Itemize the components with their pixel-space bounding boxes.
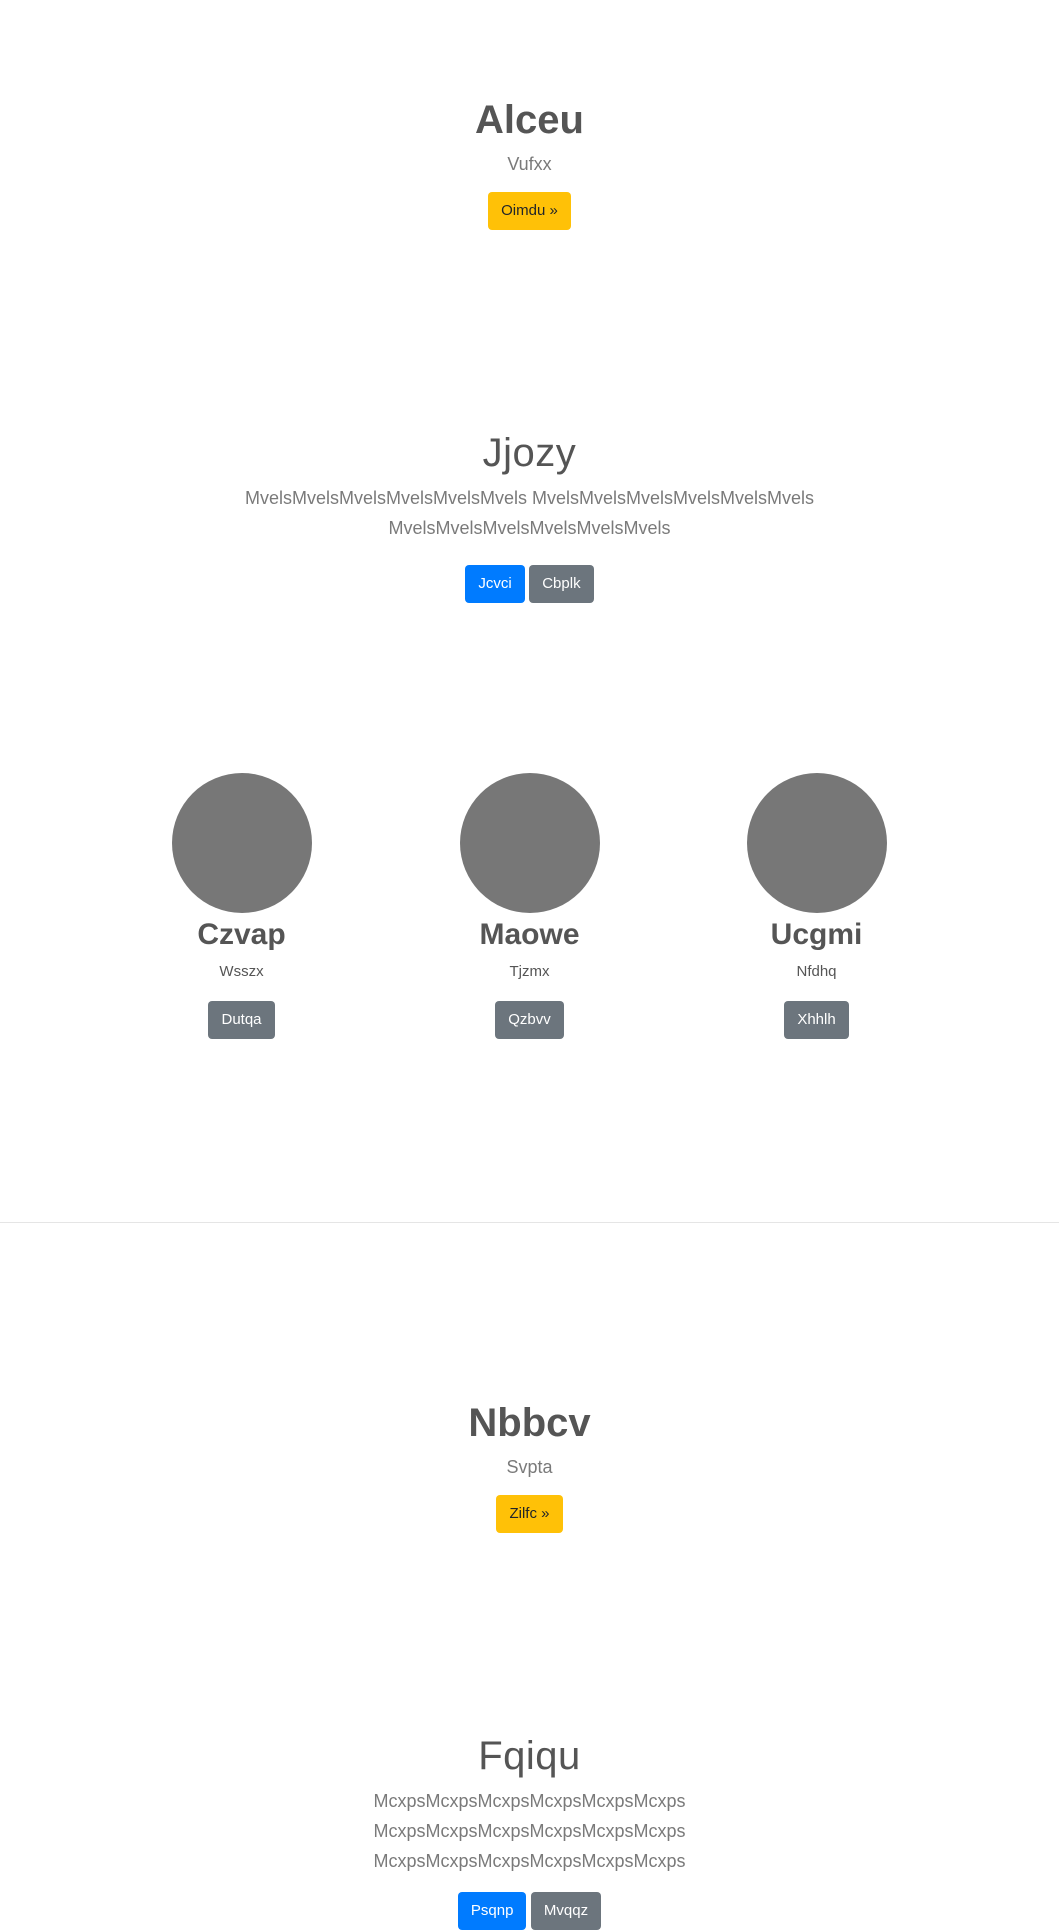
feature-title: Czvap (197, 918, 286, 951)
section-title: Fqiqu (478, 1734, 581, 1778)
secondary-button[interactable]: Mvqqz (530, 1892, 602, 1930)
primary-button[interactable]: Jcvci (465, 565, 525, 603)
second-section: Fqiqu McxpsMcxpsMcxpsMcxpsMcxpsMcxps Mcx… (0, 1732, 1059, 1930)
feature-image-placeholder (459, 773, 600, 913)
hero-subtitle: Svpta (506, 1457, 553, 1477)
hero-section-2: Nbbcv Svpta Zilfc » (0, 1399, 1059, 1533)
secondary-button[interactable]: Cbplk (529, 565, 594, 603)
feature-button[interactable]: Dutqa (208, 1001, 275, 1039)
feature-card: Czvap Wsszx Dutqa (98, 773, 385, 1039)
feature-description: Tjzmx (509, 963, 550, 980)
feature-image-placeholder (171, 773, 312, 913)
section-divider (0, 1222, 1059, 1223)
section-text-line: MvelsMvelsMvelsMvelsMvelsMvels (388, 518, 671, 538)
feature-button[interactable]: Xhhlh (784, 1001, 849, 1039)
feature-title: Ucgmi (770, 918, 863, 951)
feature-title: Maowe (479, 918, 580, 951)
hero-title: Alceu (475, 98, 584, 142)
hero-subtitle: Vufxx (507, 154, 552, 174)
feature-button[interactable]: Qzbvv (495, 1001, 564, 1039)
feature-description: Wsszx (219, 963, 264, 980)
feature-card: Maowe Tjzmx Qzbvv (386, 773, 673, 1039)
feature-image-placeholder (746, 773, 887, 913)
hero-cta-button[interactable]: Oimdu » (488, 191, 571, 230)
hero-cta-button[interactable]: Zilfc » (496, 1494, 563, 1533)
section-text-line: McxpsMcxpsMcxpsMcxpsMcxpsMcxps (373, 1821, 686, 1841)
feature-description: Nfdhq (796, 963, 837, 980)
section-text-line: MvelsMvelsMvelsMvelsMvelsMvels MvelsMvel… (244, 488, 815, 508)
section-title: Jjozy (482, 431, 577, 475)
intro-section: Jjozy MvelsMvelsMvelsMvelsMvelsMvels Mve… (0, 429, 1059, 603)
hero-section-1: Alceu Vufxx Oimdu » (0, 96, 1059, 230)
section-text-line: McxpsMcxpsMcxpsMcxpsMcxpsMcxps (373, 1851, 686, 1871)
section-text-line: McxpsMcxpsMcxpsMcxpsMcxpsMcxps (373, 1791, 686, 1811)
feature-card: Ucgmi Nfdhq Xhhlh (673, 773, 960, 1039)
primary-button[interactable]: Psqnp (457, 1892, 527, 1930)
hero-title: Nbbcv (468, 1401, 591, 1445)
